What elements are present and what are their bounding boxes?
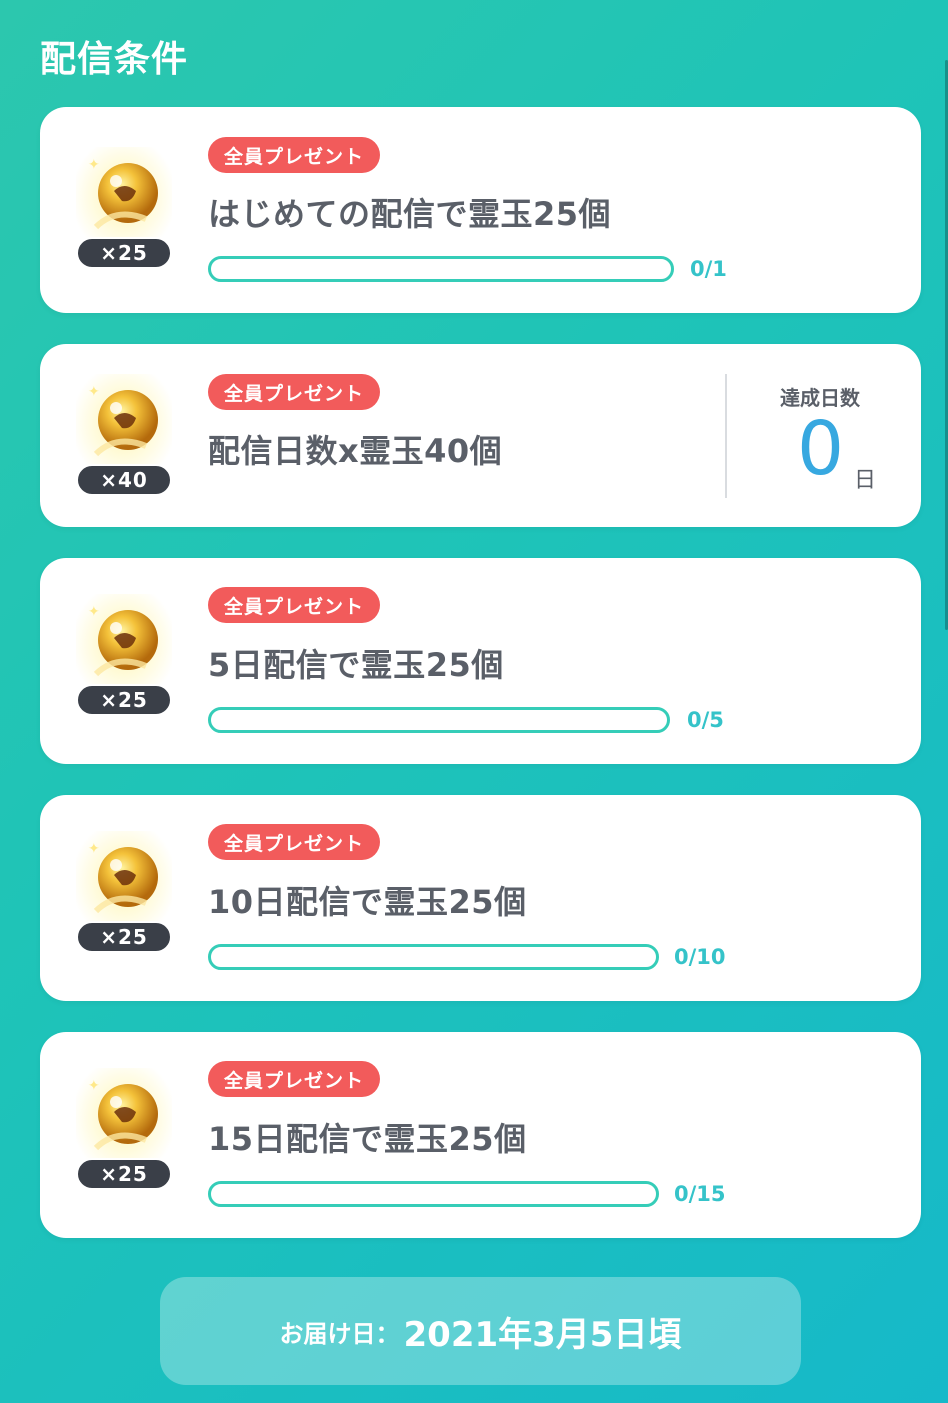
svg-text:✦: ✦ [88, 604, 100, 620]
reward-quantity: ×25 [76, 921, 172, 953]
progress-text: 0/5 [687, 708, 724, 732]
progress-bar [208, 944, 659, 970]
all-members-badge: 全員プレゼント [208, 374, 381, 410]
svg-text:✦: ✦ [88, 1078, 100, 1094]
svg-text:✦: ✦ [88, 841, 100, 857]
delivery-date-label: お届け日： [279, 1319, 400, 1348]
reward-item: ✦ ×25 [76, 147, 172, 277]
progress-bar [208, 1181, 659, 1207]
delivery-date-banner: お届け日： 2021年3月5日頃 [160, 1277, 801, 1385]
delivery-date-value: 2021年3月5日頃 [403, 1314, 682, 1355]
all-members-badge: 全員プレゼント [208, 824, 381, 860]
svg-text:✦: ✦ [88, 157, 100, 173]
condition-card[interactable]: ✦ ×25 全員プレゼント はじめての配信で霊玉25個 0/1 [40, 107, 921, 313]
divider [725, 374, 727, 498]
reward-quantity: ×25 [76, 237, 172, 269]
condition-title: 5日配信で霊玉25個 [208, 646, 504, 684]
condition-card[interactable]: ✦ ×25 全員プレゼント 10日配信で霊玉25個 0/10 [40, 795, 921, 1001]
reward-quantity: ×40 [76, 464, 172, 496]
condition-card[interactable]: ✦ ×25 全員プレゼント 5日配信で霊玉25個 0/5 [40, 558, 921, 764]
progress-bar [208, 707, 670, 733]
progress-text: 0/10 [674, 945, 726, 969]
condition-title: 15日配信で霊玉25個 [208, 1120, 527, 1158]
condition-title: 配信日数x霊玉40個 [208, 432, 503, 470]
reward-item: ✦ ×25 [76, 1068, 172, 1198]
condition-card[interactable]: ✦ ×25 全員プレゼント 15日配信で霊玉25個 0/15 [40, 1032, 921, 1238]
progress-text: 0/15 [674, 1182, 726, 1206]
svg-text:✦: ✦ [88, 384, 100, 400]
page-title: 配信条件 [40, 39, 189, 80]
reward-item: ✦ ×40 [76, 374, 172, 504]
reward-item: ✦ ×25 [76, 594, 172, 724]
condition-title: 10日配信で霊玉25個 [208, 883, 527, 921]
condition-card[interactable]: ✦ ×40 全員プレゼント 配信日数x霊玉40個 達成日数 0 日 [40, 344, 921, 527]
achieved-days-unit: 日 [854, 468, 877, 493]
all-members-badge: 全員プレゼント [208, 137, 381, 173]
progress-text: 0/1 [690, 257, 727, 281]
condition-title: はじめての配信で霊玉25個 [208, 195, 612, 233]
reward-quantity: ×25 [76, 684, 172, 716]
achieved-days-value: 0 [797, 406, 845, 492]
reward-quantity: ×25 [76, 1158, 172, 1190]
progress-bar [208, 256, 674, 282]
all-members-badge: 全員プレゼント [208, 1061, 381, 1097]
reward-item: ✦ ×25 [76, 831, 172, 961]
all-members-badge: 全員プレゼント [208, 587, 381, 623]
